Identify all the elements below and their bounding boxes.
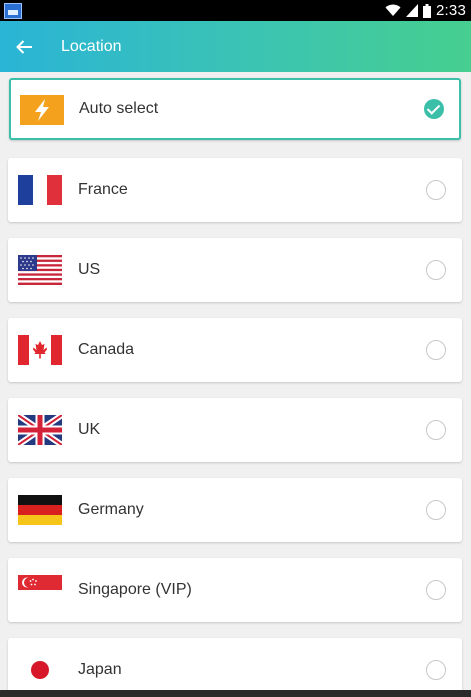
- status-bar: 2:33: [0, 0, 471, 21]
- radio-button[interactable]: [426, 580, 446, 600]
- us-flag: [18, 255, 62, 285]
- location-item-singapore[interactable]: Singapore (VIP): [8, 558, 462, 622]
- location-item-japan[interactable]: Japan: [8, 638, 462, 697]
- radio-button[interactable]: [426, 500, 446, 520]
- battery-icon: [423, 3, 431, 18]
- location-item-germany[interactable]: Germany: [8, 478, 462, 542]
- app-bar: Location: [0, 21, 471, 72]
- radio-button[interactable]: [426, 420, 446, 440]
- bottom-edge: [0, 690, 471, 697]
- location-item-auto-select[interactable]: Auto select: [9, 78, 461, 140]
- location-item-uk[interactable]: UK: [8, 398, 462, 462]
- uk-flag: [18, 415, 62, 445]
- location-label: US: [78, 261, 101, 278]
- location-item-france[interactable]: France: [8, 158, 462, 222]
- france-flag: [18, 175, 62, 205]
- back-button[interactable]: [2, 25, 46, 69]
- signal-icon: [406, 4, 418, 17]
- location-label: France: [78, 181, 128, 198]
- location-label: Singapore (VIP): [78, 581, 192, 598]
- lightning-icon: [20, 95, 64, 125]
- radio-button[interactable]: [426, 260, 446, 280]
- location-list: Auto select France US Canada UK Germany …: [0, 72, 471, 697]
- canada-flag: [18, 335, 62, 365]
- location-label: Japan: [78, 661, 122, 678]
- wifi-icon: [385, 4, 401, 16]
- location-item-us[interactable]: US: [8, 238, 462, 302]
- singapore-flag: [18, 575, 62, 605]
- radio-button[interactable]: [426, 660, 446, 680]
- japan-flag: [18, 655, 62, 685]
- arrow-back-icon: [16, 39, 32, 54]
- location-label: UK: [78, 421, 101, 438]
- germany-flag: [18, 495, 62, 525]
- location-label: Germany: [78, 501, 144, 518]
- location-item-canada[interactable]: Canada: [8, 318, 462, 382]
- status-indicators: 2:33: [385, 2, 466, 19]
- location-label: Canada: [78, 341, 135, 358]
- status-time: 2:33: [436, 2, 466, 19]
- radio-button[interactable]: [426, 340, 446, 360]
- location-label: Auto select: [79, 100, 159, 117]
- app-notification-icon: [4, 2, 22, 19]
- page-title: Location: [61, 37, 122, 55]
- radio-button[interactable]: [426, 180, 446, 200]
- checkmark-icon[interactable]: [424, 99, 444, 119]
